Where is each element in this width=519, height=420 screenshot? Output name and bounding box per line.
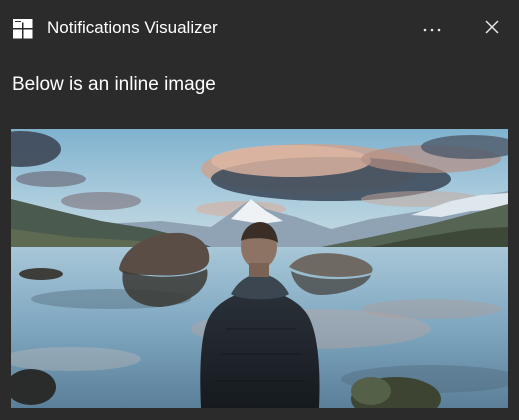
close-button[interactable] xyxy=(474,14,510,44)
app-name: Notifications Visualizer xyxy=(47,18,218,37)
more-ellipsis-icon xyxy=(422,20,442,38)
toast-notification[interactable]: Notifications Visualizer Below is an inl… xyxy=(0,0,519,420)
more-options-button[interactable] xyxy=(414,14,450,44)
toast-header: Notifications Visualizer xyxy=(0,0,519,58)
toast-body-text: Below is an inline image xyxy=(12,74,216,95)
close-icon xyxy=(484,19,500,40)
windows-tiles-icon xyxy=(13,19,33,39)
inline-image xyxy=(11,129,508,408)
